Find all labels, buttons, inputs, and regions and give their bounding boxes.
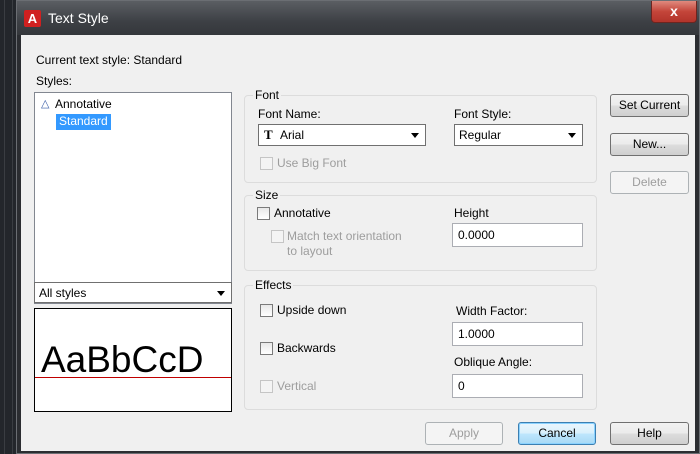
upside-down-label: Upside down (277, 303, 347, 317)
height-value: 0.0000 (458, 228, 495, 242)
size-group-title: Size (253, 188, 281, 202)
width-factor-value: 1.0000 (458, 327, 495, 341)
font-style-label: Font Style: (454, 107, 512, 121)
match-orientation-checkbox[interactable] (271, 230, 284, 243)
styles-list[interactable]: △ Annotative Standard (34, 92, 232, 304)
match-orientation-label: Match text orientation (287, 229, 402, 243)
height-label: Height (454, 206, 489, 220)
styles-label: Styles: (36, 74, 73, 88)
height-input[interactable]: 0.0000 (452, 223, 583, 247)
apply-button[interactable]: Apply (425, 422, 503, 445)
match-orientation-label-line2: to layout (287, 244, 333, 258)
backwards-checkbox[interactable] (260, 342, 273, 355)
vertical-checkbox[interactable] (260, 380, 273, 393)
width-factor-input[interactable]: 1.0000 (452, 322, 583, 346)
oblique-angle-value: 0 (458, 379, 465, 393)
window-title: Text Style (48, 10, 109, 26)
font-style-dropdown[interactable]: Regular (454, 124, 583, 146)
text-preview: AaBbCcD (34, 308, 232, 412)
autocad-app-icon: A (24, 10, 41, 27)
dialog-body: Current text style: Standard Styles: △ A… (21, 35, 695, 451)
chevron-down-icon (568, 133, 576, 138)
background-gridline (12, 0, 13, 454)
effects-group-title: Effects (253, 278, 294, 292)
width-factor-label: Width Factor: (456, 304, 528, 318)
font-style-value: Regular (459, 128, 502, 142)
current-style-label: Current text style: (36, 53, 131, 67)
new-button[interactable]: New... (610, 133, 689, 156)
preview-text: AaBbCcD (41, 339, 204, 380)
truetype-font-icon: T (264, 127, 273, 142)
help-button[interactable]: Help (610, 422, 689, 445)
backwards-label: Backwards (277, 341, 336, 355)
list-item-label: Standard (59, 114, 108, 128)
styles-filter-dropdown[interactable]: All styles (34, 282, 232, 303)
use-big-font-label: Use Big Font (277, 156, 347, 170)
use-big-font-checkbox[interactable] (260, 157, 273, 170)
list-item[interactable]: Standard (56, 114, 111, 130)
baseline-line (35, 377, 231, 378)
font-name-label: Font Name: (258, 107, 321, 121)
cancel-button[interactable]: Cancel (518, 422, 596, 445)
annotative-checkbox[interactable] (257, 207, 270, 220)
annotative-icon: △ (41, 98, 50, 110)
text-style-dialog: A Text Style x Current text style: Stand… (16, 0, 700, 454)
current-style-value: Standard (133, 53, 183, 67)
current-style-row: Current text style: Standard (36, 53, 182, 67)
background-panel (0, 0, 16, 454)
close-button[interactable]: x (651, 1, 697, 23)
title-bar[interactable]: A Text Style x (17, 1, 699, 35)
styles-filter-value: All styles (39, 286, 87, 300)
upside-down-checkbox[interactable] (260, 304, 273, 317)
chevron-down-icon (411, 133, 419, 138)
font-group-title: Font (253, 88, 282, 102)
list-item-label: Annotative (55, 97, 112, 111)
vertical-label: Vertical (277, 379, 317, 393)
delete-button[interactable]: Delete (610, 171, 689, 194)
background-gridline (4, 0, 5, 454)
annotative-label: Annotative (274, 206, 331, 220)
oblique-angle-label: Oblique Angle: (454, 355, 533, 369)
chevron-down-icon (217, 291, 225, 296)
oblique-angle-input[interactable]: 0 (452, 374, 583, 398)
set-current-button[interactable]: Set Current (610, 94, 689, 117)
font-name-value: Arial (280, 128, 305, 142)
font-name-dropdown[interactable]: T Arial (258, 124, 426, 146)
